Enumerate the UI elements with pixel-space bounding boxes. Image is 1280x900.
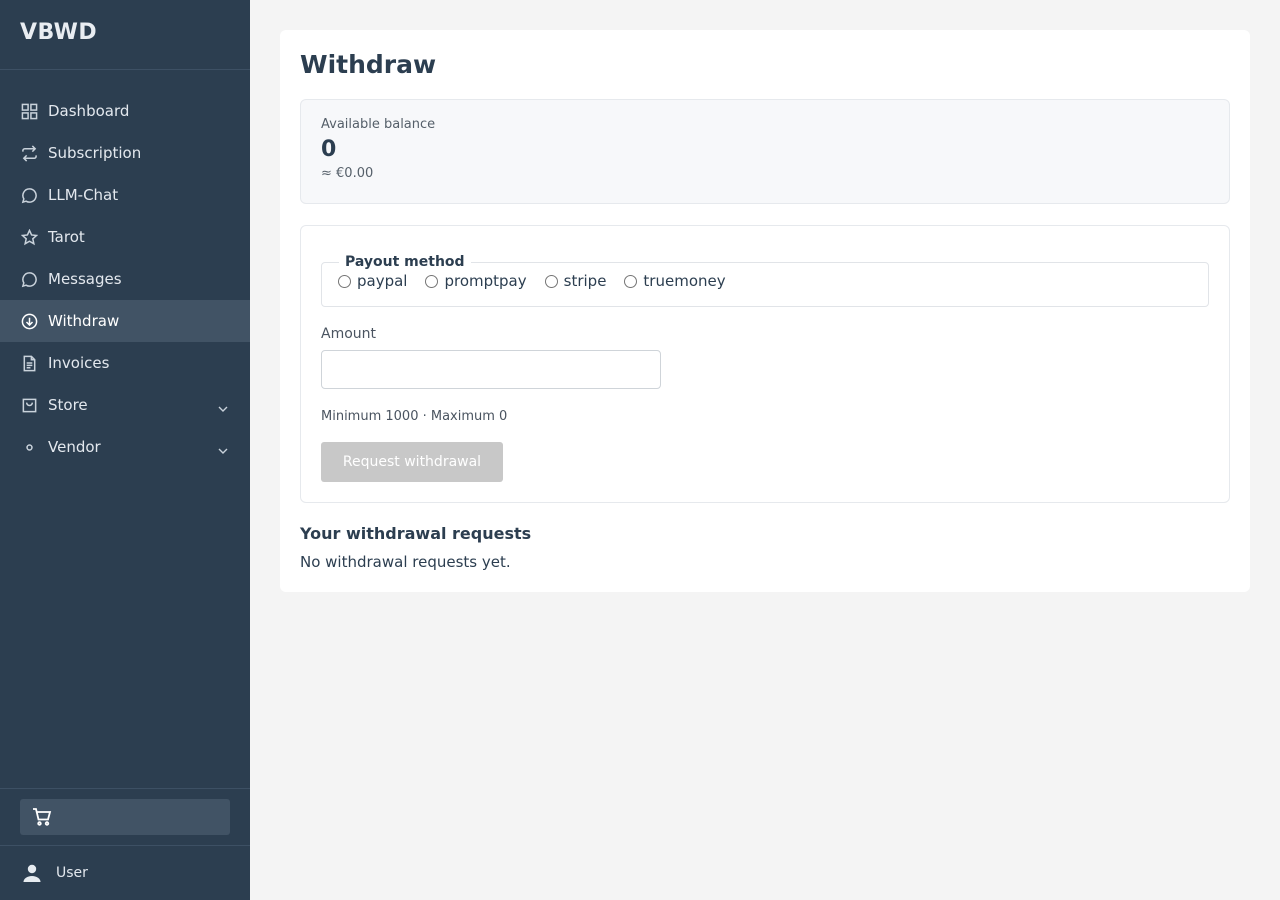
amount-limits: Minimum 1000 · Maximum 0 — [321, 409, 508, 424]
radio-button[interactable] — [544, 274, 558, 288]
payout-option-stripe[interactable]: stripe — [544, 272, 607, 290]
withdraw-card: Withdraw Available balance 0 ≈ €0.00 Pay… — [280, 30, 1250, 592]
cart-button[interactable] — [20, 799, 230, 835]
payout-option-label: paypal — [357, 272, 408, 290]
dot-icon — [20, 438, 38, 456]
chat-bubble-icon — [20, 186, 38, 204]
balance-value: 0 — [321, 137, 337, 162]
sidebar-item-llm-chat[interactable]: LLM-Chat — [0, 174, 250, 216]
user-label: User — [56, 865, 88, 881]
sidebar-item-label: Withdraw — [48, 312, 120, 330]
payout-option-paypal[interactable]: paypal — [338, 272, 407, 290]
chat-bubble-icon — [20, 270, 38, 288]
star-icon — [20, 228, 38, 246]
sidebar-item-label: Tarot — [48, 228, 85, 246]
sidebar-item-label: Vendor — [48, 438, 101, 456]
sidebar-item-label: Dashboard — [48, 102, 130, 120]
payout-method-legend: Payout method — [345, 254, 465, 270]
sidebar-item-tarot[interactable]: Tarot — [0, 216, 250, 258]
cart-icon — [33, 808, 52, 826]
sidebar-item-subscription[interactable]: Subscription — [0, 132, 250, 174]
payout-method-fieldset: Payout method paypal promptpay stripe tr… — [321, 254, 1209, 307]
user-icon — [23, 864, 41, 882]
payout-method-options: paypal promptpay stripe truemoney — [338, 266, 1192, 296]
amount-input[interactable] — [321, 350, 661, 389]
sidebar-item-label: LLM-Chat — [48, 186, 119, 204]
cart-area — [0, 788, 250, 845]
balance-eur-value: ≈ €0.00 — [321, 166, 374, 181]
arrow-down-circle-icon — [20, 312, 38, 330]
sidebar: VBWD Dashboard Subscription LLM-Chat Tar… — [0, 0, 250, 900]
sidebar-item-vendor[interactable]: Vendor — [0, 426, 250, 468]
withdrawal-requests-empty: No withdrawal requests yet. — [300, 553, 511, 571]
sidebar-item-invoices[interactable]: Invoices — [0, 342, 250, 384]
sidebar-item-dashboard[interactable]: Dashboard — [0, 90, 250, 132]
payout-option-truemoney[interactable]: truemoney — [624, 272, 726, 290]
balance-label: Available balance — [321, 117, 436, 132]
page-title: Withdraw — [300, 50, 437, 79]
grid-icon — [20, 102, 38, 120]
main-content: Withdraw Available balance 0 ≈ €0.00 Pay… — [250, 0, 1280, 900]
sidebar-item-withdraw[interactable]: Withdraw — [0, 300, 250, 342]
balance-panel: Available balance 0 ≈ €0.00 — [300, 99, 1230, 204]
sidebar-footer: User — [0, 788, 250, 900]
app-logo[interactable]: VBWD — [0, 0, 250, 70]
sidebar-item-label: Messages — [48, 270, 122, 288]
sidebar-item-label: Invoices — [48, 354, 110, 372]
chevron-down-icon[interactable] — [218, 400, 228, 412]
amount-label: Amount — [321, 326, 377, 342]
sidebar-item-store[interactable]: Store — [0, 384, 250, 426]
bag-icon — [20, 396, 38, 414]
chevron-down-icon[interactable] — [218, 442, 228, 454]
payout-option-label: promptpay — [444, 272, 527, 290]
document-icon — [20, 354, 38, 372]
sidebar-item-messages[interactable]: Messages — [0, 258, 250, 300]
request-withdrawal-button[interactable]: Request withdrawal — [321, 442, 503, 482]
payout-option-label: truemoney — [643, 272, 726, 290]
radio-button[interactable] — [338, 274, 351, 288]
radio-button[interactable] — [425, 274, 439, 288]
sidebar-item-label: Subscription — [48, 144, 142, 162]
payout-option-label: stripe — [563, 272, 607, 290]
repeat-icon — [20, 144, 38, 162]
withdraw-form: Payout method paypal promptpay stripe tr… — [300, 225, 1230, 503]
sidebar-item-label: Store — [48, 396, 88, 414]
payout-option-promptpay[interactable]: promptpay — [425, 272, 527, 290]
withdrawal-requests-title: Your withdrawal requests — [300, 524, 532, 543]
radio-button[interactable] — [624, 274, 638, 288]
sidebar-nav: Dashboard Subscription LLM-Chat Tarot Me… — [0, 70, 250, 468]
user-menu[interactable]: User — [0, 845, 250, 900]
